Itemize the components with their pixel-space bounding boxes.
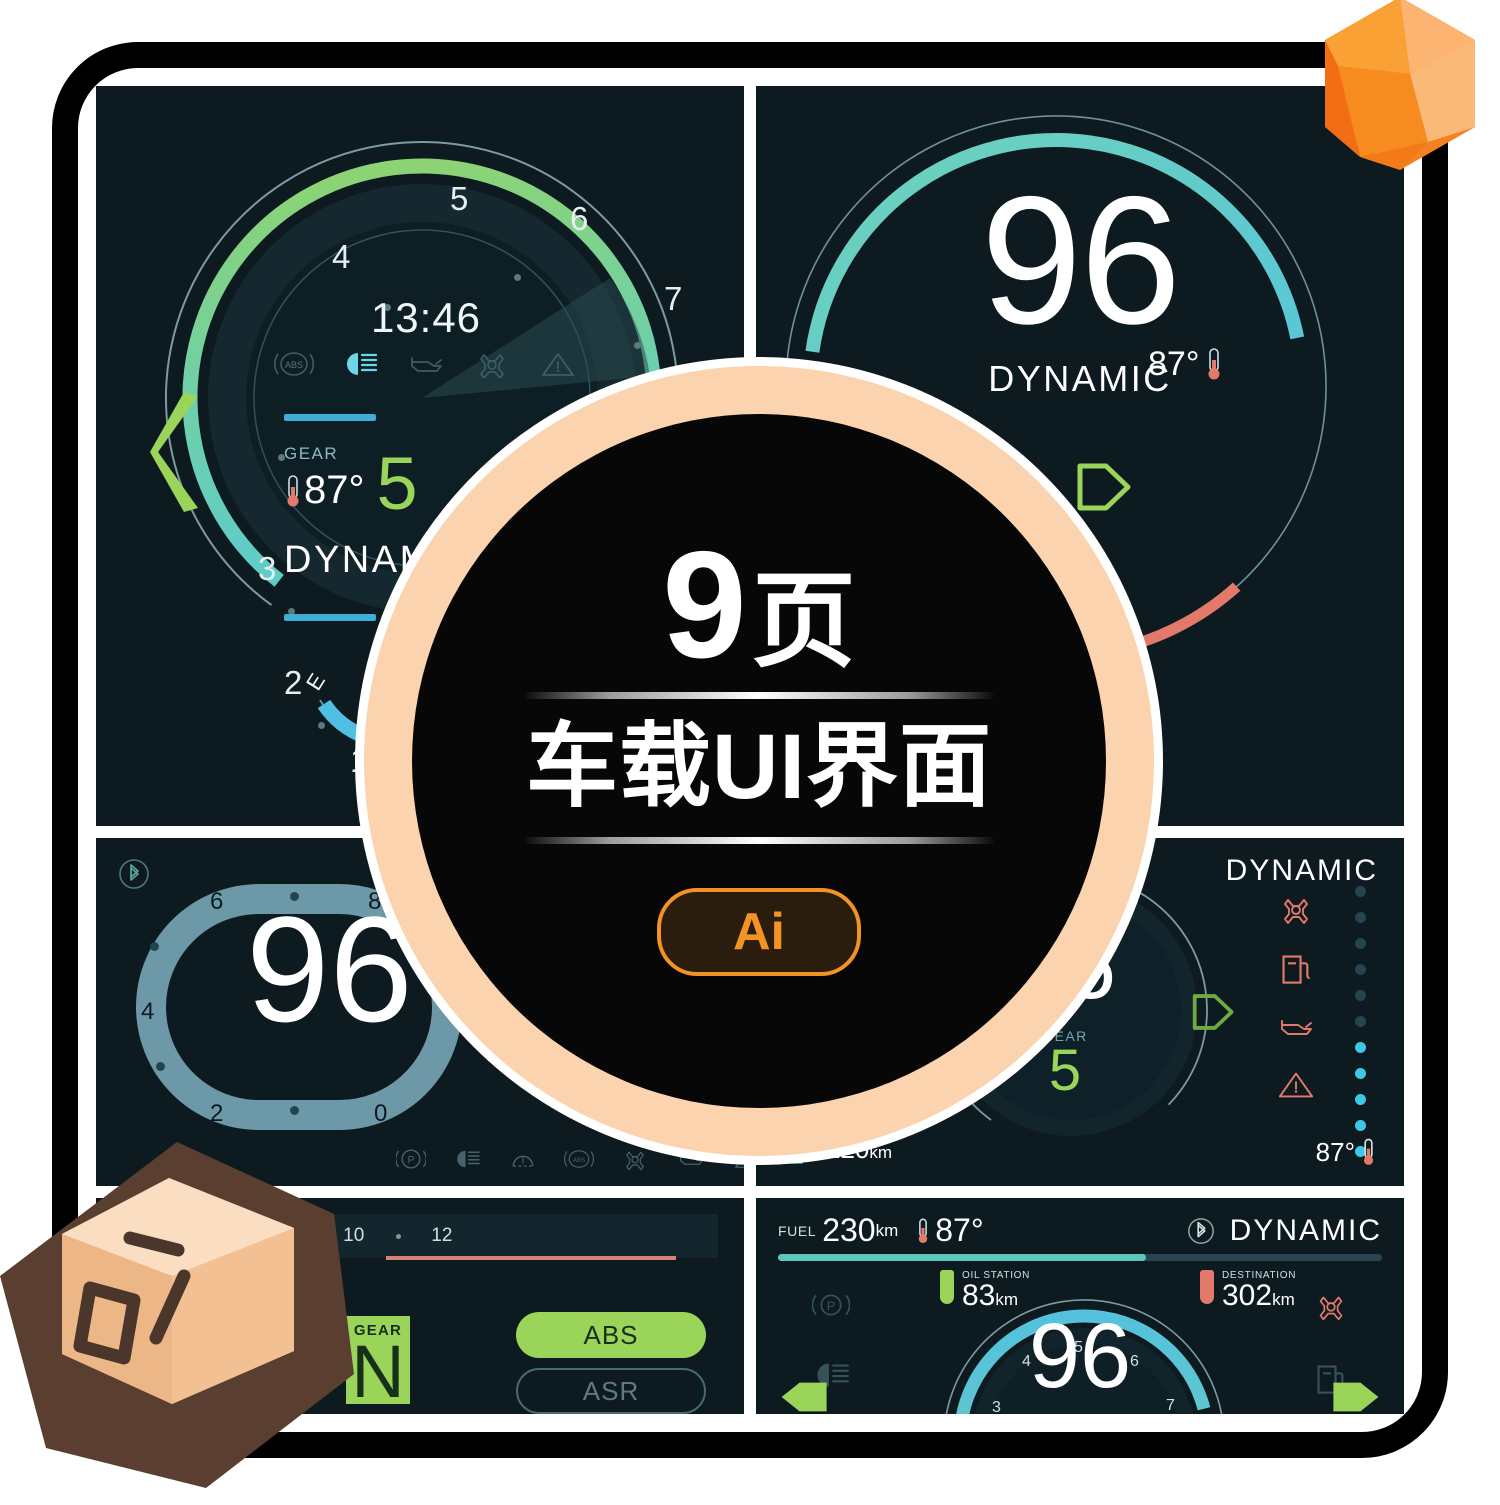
asr-button[interactable]: ASR: [516, 1368, 706, 1414]
coolant-temp-value: 87°: [1315, 1136, 1355, 1167]
fuel-label: FUEL: [778, 1222, 817, 1239]
coolant-temp: 87°: [916, 1212, 984, 1249]
thermometer-icon: [1208, 348, 1220, 380]
abs-icon: ABS: [564, 1150, 594, 1168]
parking-brake-icon: P: [812, 1294, 850, 1316]
tick-label-4: 4: [141, 998, 155, 1025]
ruler-tick-12: 12: [431, 1225, 453, 1246]
coolant-temp-value: 87°: [1148, 344, 1200, 383]
oil-can-icon: [1281, 1020, 1312, 1035]
tick-label-2: 2: [210, 1100, 224, 1127]
headlight-icon: [457, 1150, 480, 1168]
coolant-temp: 87°: [284, 468, 365, 513]
speed-value: 96: [980, 158, 1181, 362]
page-count-number: 9: [662, 520, 747, 691]
tick-label-0: 0: [374, 1100, 388, 1127]
divider-top: [524, 691, 994, 699]
svg-text:P: P: [827, 1298, 836, 1313]
poster-canvas: 3 2 1 4 5 6 7 13:46 ABS GEAR 87° 5 DYNAM…: [0, 0, 1500, 1500]
thermometer-icon: [1363, 1138, 1374, 1165]
fuel-unit: km: [875, 1220, 899, 1240]
dial-bracket-top-left: [284, 414, 376, 421]
promo-badge-inner: 9 页 车载UI界面 Ai: [412, 414, 1106, 1108]
promo-badge: 9 页 车载UI界面 Ai: [364, 366, 1154, 1156]
bluetooth-icon: [1187, 1217, 1214, 1244]
tick-label-4: 4: [332, 238, 351, 275]
marker-unit: km: [1272, 1290, 1295, 1309]
turn-signal-right-icon: [1188, 986, 1240, 1043]
coolant-temp-value: 87°: [304, 468, 365, 512]
dial-bracket-bottom: [284, 614, 376, 621]
promo-title: 车载UI界面: [525, 715, 992, 818]
turn-signal-left-icon: [778, 1377, 832, 1414]
drive-mode-label: DYNAMIC: [1229, 1213, 1382, 1247]
tire-pressure-icon: T: [512, 1154, 534, 1167]
level-dot-column: [1355, 886, 1366, 1157]
format-badge: Ai: [657, 887, 861, 976]
parking-brake-icon: P: [396, 1149, 426, 1169]
warning-triangle-icon: [542, 353, 574, 376]
engine-icon: [480, 354, 504, 378]
svg-text:ABS: ABS: [573, 1158, 585, 1164]
svg-text:P: P: [407, 1154, 414, 1166]
page-count: 9 页: [662, 520, 856, 691]
turn-signal-right-icon: [1074, 456, 1136, 523]
engine-icon: [1319, 1296, 1343, 1321]
thermometer-icon: [287, 474, 299, 506]
tick-label-6: 6: [210, 888, 224, 915]
turn-signal-left-icon: [148, 392, 206, 521]
coolant-temp: 87°: [1148, 344, 1223, 384]
thermometer-icon: [918, 1218, 928, 1243]
trip-progress-bar: [778, 1254, 1382, 1261]
coolant-temp: 87°: [1316, 1136, 1376, 1168]
abs-button[interactable]: ABS: [516, 1312, 706, 1358]
orange-polyhedron-decor: [1300, 0, 1500, 192]
svg-text:ABS: ABS: [285, 360, 303, 370]
headlight-icon: [347, 353, 378, 375]
panel-trip[interactable]: FUEL 230 km 87° DYNAMIC OIL STATION 83km…: [756, 1198, 1404, 1414]
clock-readout: 13:46: [370, 294, 482, 341]
tick-label-2: 2: [284, 664, 303, 701]
tick-label-6: 6: [570, 200, 589, 237]
gear-value: 5: [376, 441, 418, 525]
engine-icon: [1284, 899, 1308, 924]
drive-mode-label: DYNAMIC: [1225, 854, 1378, 887]
warning-icon-column: [1276, 892, 1316, 1102]
tick-label-5: 5: [450, 180, 469, 217]
engine-icon: [626, 1151, 644, 1171]
trip-header: FUEL 230 km 87° DYNAMIC: [778, 1212, 1382, 1249]
gear-label: GEAR: [284, 444, 339, 463]
abs-icon: ABS: [274, 352, 314, 376]
speed-value: 96: [246, 885, 413, 1053]
left-telltale-column: P: [810, 1290, 852, 1390]
oil-can-icon: [411, 357, 442, 372]
divider-bottom: [524, 836, 994, 844]
fuel-pump-icon: [1282, 955, 1310, 984]
warning-triangle-icon: [1278, 1072, 1314, 1098]
ruler-redline: [386, 1256, 676, 1260]
turn-signal-right-icon: [1328, 1377, 1382, 1414]
svg-text:E: E: [304, 670, 330, 695]
fuel-range-unit: km: [869, 1142, 893, 1162]
fuel-value: 230: [822, 1212, 876, 1248]
svg-text:T: T: [520, 1154, 527, 1166]
telltale-icon-row: ABS: [136, 350, 716, 378]
tan-cube-decor: [0, 1136, 360, 1500]
coolant-temp-value: 87°: [935, 1212, 984, 1248]
page-count-unit: 页: [751, 564, 856, 681]
speed-value: 96: [1028, 1305, 1132, 1407]
